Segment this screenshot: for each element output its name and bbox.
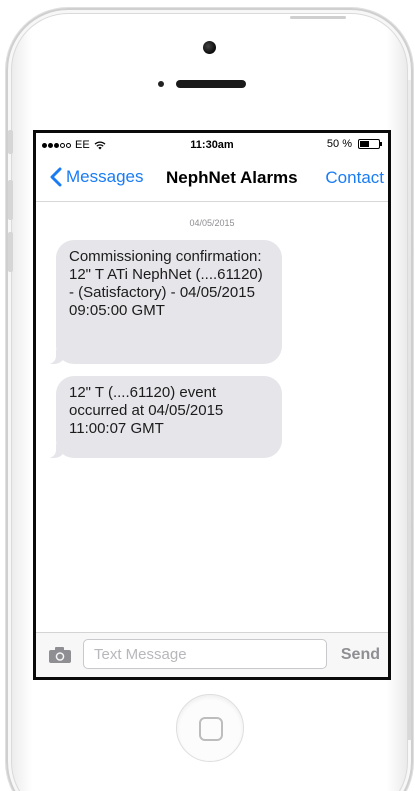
thread-date: 04/05/2015: [189, 218, 235, 228]
front-camera: [203, 41, 216, 54]
volume-up-button: [8, 180, 13, 220]
home-button[interactable]: [176, 694, 244, 762]
battery-fill: [360, 141, 369, 147]
phone-edge: [408, 80, 411, 740]
battery-percent: 50 %: [326, 138, 352, 150]
message-thread[interactable]: 04/05/2015 Commissioning confirmation: 1…: [36, 202, 388, 626]
conversation-title: NephNet Alarms: [166, 168, 298, 187]
camera-icon[interactable]: [48, 646, 72, 664]
earpiece-speaker: [176, 80, 246, 88]
volume-down-button: [8, 232, 13, 272]
chevron-left-icon: [50, 167, 62, 187]
message-input[interactable]: [83, 639, 327, 669]
device-mockup: EE 11:30am 50 % Messages NephNet Alarms …: [0, 0, 415, 791]
home-square-icon: [199, 717, 223, 741]
screen: EE 11:30am 50 % Messages NephNet Alarms …: [33, 130, 391, 680]
battery-icon: [358, 139, 382, 149]
power-button: [290, 16, 346, 19]
message-bubble-incoming[interactable]: Commissioning confirmation: 12" T ATi Ne…: [46, 240, 282, 364]
back-button[interactable]: Messages: [50, 167, 143, 187]
proximity-sensor: [158, 81, 164, 87]
back-button-label: Messages: [66, 167, 144, 186]
status-bar: EE 11:30am 50 %: [36, 133, 388, 157]
status-right: 50 %: [326, 138, 382, 150]
mute-switch: [8, 130, 13, 154]
send-button[interactable]: Send: [341, 646, 380, 664]
message-bubble-incoming[interactable]: 12" T (....61120) event occurred at 04/0…: [46, 376, 282, 458]
contact-button[interactable]: Contact: [325, 168, 384, 188]
message-composer: Send: [36, 632, 388, 677]
nav-bar: Messages NephNet Alarms Contact: [36, 157, 388, 202]
